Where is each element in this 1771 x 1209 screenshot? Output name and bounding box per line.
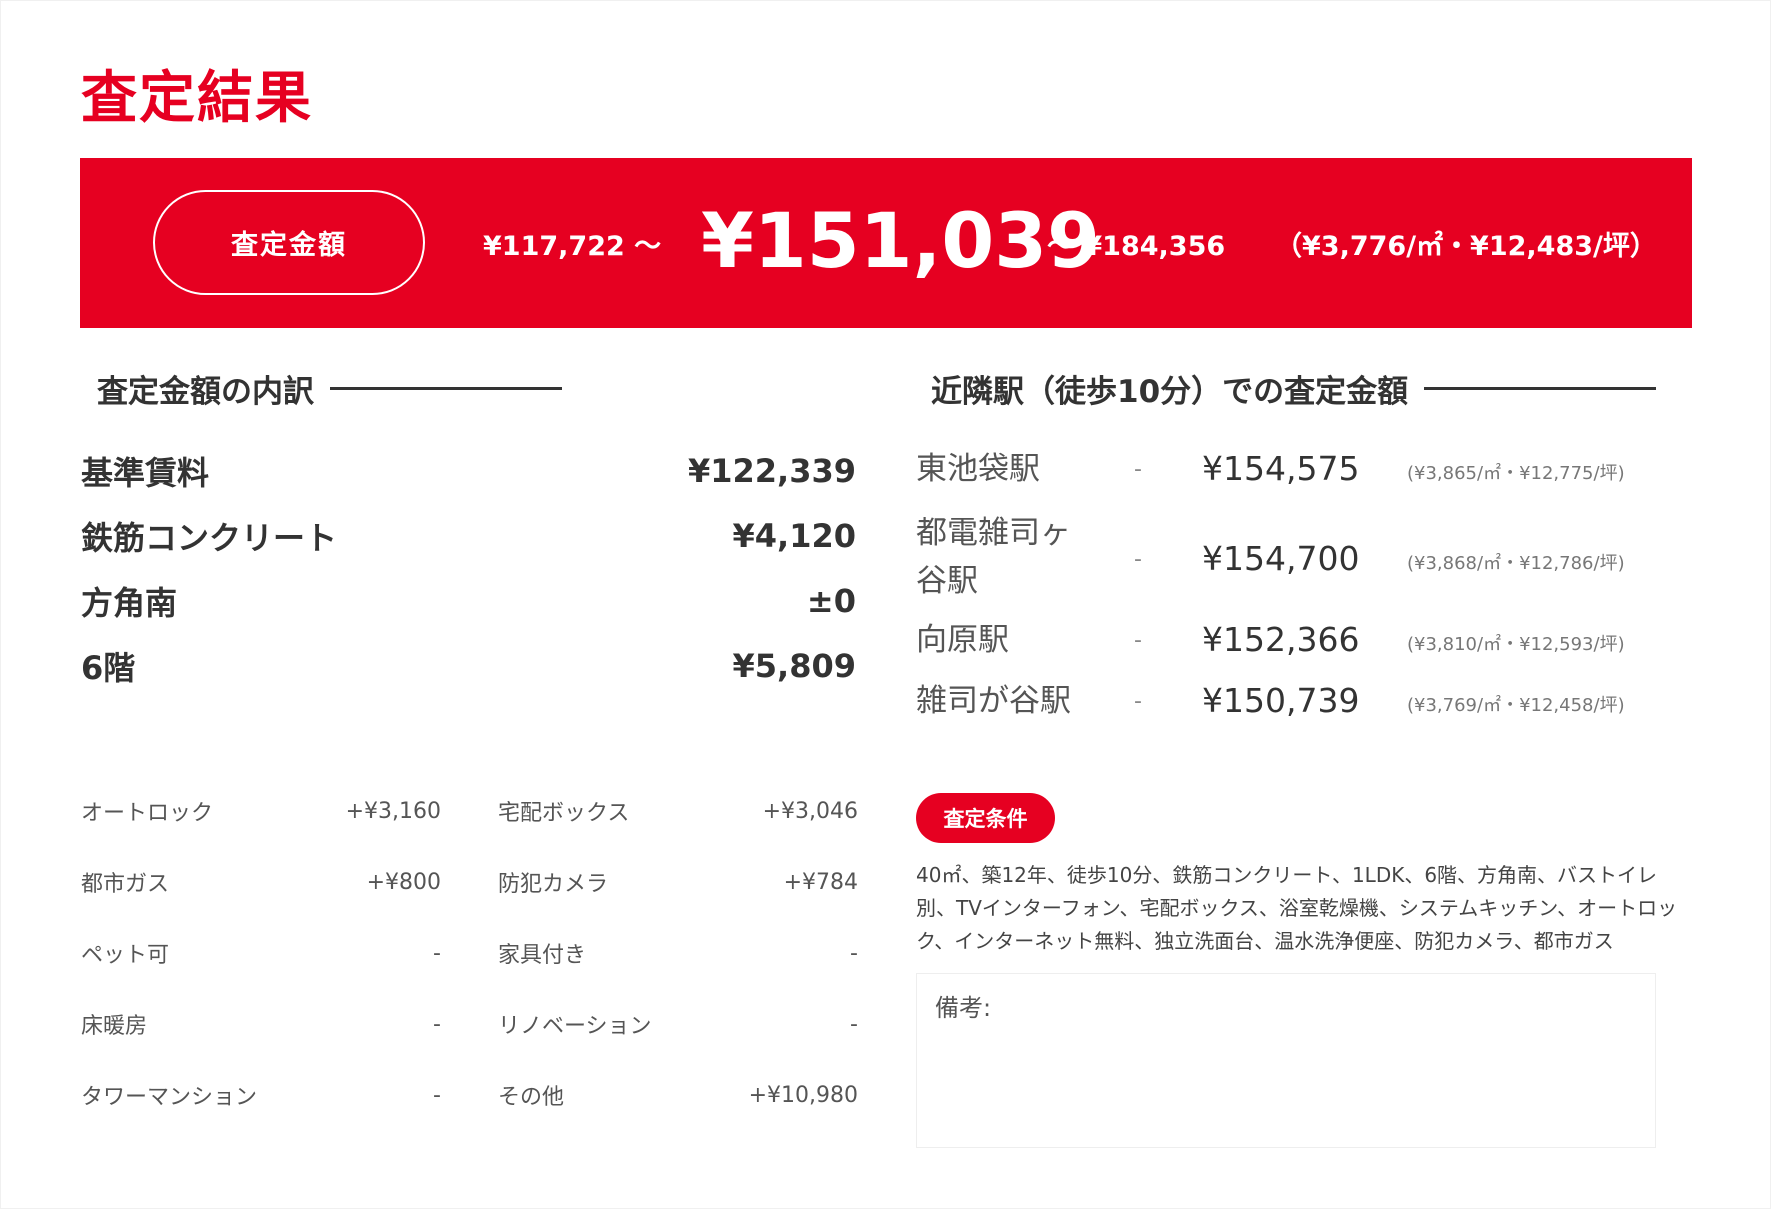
feature-value: - xyxy=(850,1011,858,1037)
feature-item: オートロック +¥3,160 xyxy=(81,791,441,831)
station-unit-price: (¥3,769/㎡・¥12,458/坪) xyxy=(1407,695,1625,716)
conditions-badge: 査定条件 xyxy=(916,793,1055,843)
feature-item: 家具付き - xyxy=(498,933,858,973)
feature-item: タワーマンション - xyxy=(81,1075,441,1115)
unit-price: （¥3,776/㎡・¥12,483/坪） xyxy=(1275,231,1657,262)
station-dash: - xyxy=(1134,689,1142,714)
stations-heading-text: 近隣駅（徒歩10分）での査定金額 xyxy=(931,374,1409,410)
station-name: 向原駅 xyxy=(916,622,1009,658)
feature-label: 家具付き xyxy=(498,943,587,968)
station-row: 雑司が谷駅 - ¥150,739 (¥3,769/㎡・¥12,458/坪) xyxy=(916,677,1671,729)
feature-label: 宅配ボックス xyxy=(498,801,630,826)
breakdown-value: ¥122,339 xyxy=(687,452,856,490)
stations-heading-rule xyxy=(1424,387,1657,390)
feature-value: - xyxy=(433,1082,441,1108)
station-row: 東池袋駅 - ¥154,575 (¥3,865/㎡・¥12,775/坪) xyxy=(916,445,1671,497)
feature-label: 防犯カメラ xyxy=(498,872,609,897)
breakdown-heading: 査定金額の内訳 xyxy=(97,366,562,411)
main-price: ¥151,039 xyxy=(701,196,1101,285)
breakdown-label: 鉄筋コンクリート xyxy=(81,519,338,557)
range-high: ～ ¥184,356 xyxy=(1047,231,1226,262)
feature-item: 都市ガス +¥800 xyxy=(81,862,441,902)
page-title: 査定結果 xyxy=(81,66,313,131)
notes-label: 備考: xyxy=(935,994,992,1022)
feature-label: 都市ガス xyxy=(81,872,170,897)
range-low: ¥117,722 ～ xyxy=(483,231,662,262)
breakdown-value: ¥4,120 xyxy=(732,517,856,555)
breakdown-label: 6階 xyxy=(81,649,136,687)
station-price: ¥154,700 xyxy=(1202,539,1360,578)
feature-value: +¥784 xyxy=(783,869,858,895)
conditions-text: 40㎡、築12年、徒歩10分、鉄筋コンクリート、1LDK、6階、方角南、バストイ… xyxy=(916,863,1678,953)
station-dash: - xyxy=(1134,457,1142,482)
breakdown-heading-rule xyxy=(330,387,562,390)
breakdown-row: 基準賃料 ¥122,339 xyxy=(81,446,856,496)
feature-label: オートロック xyxy=(81,801,214,826)
breakdown-row: 方角南 ±0 xyxy=(81,576,856,626)
station-row: 向原駅 - ¥152,366 (¥3,810/㎡・¥12,593/坪) xyxy=(916,616,1671,668)
station-price: ¥152,366 xyxy=(1202,620,1360,659)
station-price: ¥150,739 xyxy=(1202,681,1360,720)
station-name: 都電雑司ヶ谷駅 xyxy=(916,515,1071,599)
feature-item: リノベーション - xyxy=(498,1004,858,1044)
feature-label: 床暖房 xyxy=(81,1014,148,1039)
feature-value: +¥3,046 xyxy=(762,798,858,824)
station-unit-price: (¥3,810/㎡・¥12,593/坪) xyxy=(1407,634,1625,655)
station-price: ¥154,575 xyxy=(1202,449,1360,488)
breakdown-heading-text: 査定金額の内訳 xyxy=(97,374,314,410)
station-name: 雑司が谷駅 xyxy=(916,683,1071,719)
feature-value: - xyxy=(850,940,858,966)
feature-item: 防犯カメラ +¥784 xyxy=(498,862,858,902)
feature-value: +¥800 xyxy=(366,869,441,895)
feature-item: その他 +¥10,980 xyxy=(498,1075,858,1115)
valuation-label-pill: 査定金額 xyxy=(153,190,425,295)
feature-label: リノベーション xyxy=(498,1014,652,1039)
breakdown-value: ±0 xyxy=(806,582,856,620)
station-unit-price: (¥3,865/㎡・¥12,775/坪) xyxy=(1407,463,1625,484)
valuation-result-page: 査定結果 査定金額 ¥117,722 ～ ¥151,039 ～ ¥184,356… xyxy=(0,0,1771,1209)
feature-value: +¥3,160 xyxy=(345,798,441,824)
station-row: 都電雑司ヶ谷駅 - ¥154,700 (¥3,868/㎡・¥12,786/坪) xyxy=(916,509,1671,605)
station-unit-price: (¥3,868/㎡・¥12,786/坪) xyxy=(1407,553,1625,574)
feature-label: ペット可 xyxy=(81,943,170,968)
breakdown-label: 方角南 xyxy=(81,584,178,622)
feature-item: ペット可 - xyxy=(81,933,441,973)
feature-value: +¥10,980 xyxy=(748,1082,858,1108)
notes-box: 備考: xyxy=(916,973,1656,1148)
breakdown-label: 基準賃料 xyxy=(81,454,210,492)
feature-item: 宅配ボックス +¥3,046 xyxy=(498,791,858,831)
station-dash: - xyxy=(1134,628,1142,653)
feature-value: - xyxy=(433,940,441,966)
feature-value: - xyxy=(433,1011,441,1037)
valuation-banner: 査定金額 ¥117,722 ～ ¥151,039 ～ ¥184,356 （¥3,… xyxy=(80,158,1692,328)
feature-item: 床暖房 - xyxy=(81,1004,441,1044)
station-name: 東池袋駅 xyxy=(916,451,1040,487)
breakdown-row: 鉄筋コンクリート ¥4,120 xyxy=(81,511,856,561)
breakdown-value: ¥5,809 xyxy=(732,647,856,685)
station-dash: - xyxy=(1134,547,1142,572)
breakdown-row: 6階 ¥5,809 xyxy=(81,641,856,691)
feature-label: タワーマンション xyxy=(81,1085,258,1110)
feature-label: その他 xyxy=(498,1085,565,1110)
stations-heading: 近隣駅（徒歩10分）での査定金額 xyxy=(931,366,1657,411)
